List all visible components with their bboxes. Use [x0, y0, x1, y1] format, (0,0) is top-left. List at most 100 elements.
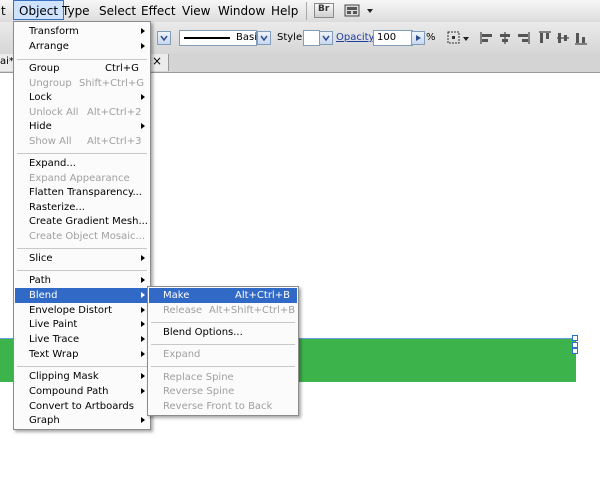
- menu-item-replace-spine: Replace Spine: [149, 370, 297, 385]
- menu-item-flatten-transparency[interactable]: Flatten Transparency...: [15, 185, 149, 200]
- submenu-arrow-icon: [141, 388, 145, 394]
- submenu-arrow-icon: [141, 277, 145, 283]
- align-top-icon[interactable]: [537, 30, 553, 46]
- submenu-arrow-icon: [141, 351, 145, 357]
- stroke-profile-dropdown[interactable]: [257, 31, 271, 45]
- align-right-icon[interactable]: [515, 30, 531, 46]
- menu-separator: [17, 59, 147, 60]
- menu-item-label: Clipping Mask: [29, 371, 99, 382]
- close-icon[interactable]: ×: [152, 54, 162, 68]
- submenu-arrow-icon: [141, 292, 145, 298]
- reference-point-icon[interactable]: [446, 30, 462, 46]
- menu-item-live-trace[interactable]: Live Trace: [15, 332, 149, 347]
- menu-item-blend-options[interactable]: Blend Options...: [149, 325, 297, 340]
- menu-item-label: Reverse Spine: [163, 386, 235, 397]
- menu-item-label: Live Trace: [29, 334, 80, 345]
- menu-select[interactable]: Select: [94, 0, 141, 22]
- object-menu: Transform Arrange Group Ctrl+G Ungroup Shi…: [13, 21, 151, 430]
- bridge-button[interactable]: Br: [314, 3, 334, 18]
- menu-item-transform[interactable]: Transform: [15, 24, 149, 39]
- style-dropdown[interactable]: [319, 31, 333, 45]
- menu-item-label: Hide: [29, 121, 52, 132]
- menu-item-label: Show All: [29, 136, 72, 147]
- menu-item-compound-path[interactable]: Compound Path: [15, 384, 149, 399]
- align-bottom-icon[interactable]: [573, 30, 589, 46]
- menu-item-label: Flatten Transparency...: [29, 187, 142, 198]
- menu-item-label: Ungroup: [29, 78, 72, 89]
- menu-item-convert-to-artboards[interactable]: Convert to Artboards: [15, 399, 149, 414]
- menu-item-ungroup: Ungroup Shift+Ctrl+G: [15, 76, 149, 91]
- menu-item-label: Release: [163, 305, 203, 316]
- style-swatch[interactable]: [303, 30, 320, 46]
- menu-item-rasterize[interactable]: Rasterize...: [15, 200, 149, 215]
- menu-item-make[interactable]: Make Alt+Ctrl+B: [149, 288, 297, 303]
- menu-item-text-wrap[interactable]: Text Wrap: [15, 347, 149, 362]
- menu-item-slice[interactable]: Slice: [15, 251, 149, 266]
- menu-item-label: Expand...: [29, 158, 76, 169]
- opacity-link[interactable]: Opacity:: [336, 32, 377, 43]
- submenu-arrow-icon: [141, 417, 145, 423]
- menu-item-label: Unlock All: [29, 107, 79, 118]
- submenu-arrow-icon: [141, 373, 145, 379]
- menu-item-envelope-distort[interactable]: Envelope Distort: [15, 303, 149, 318]
- menu-item-lock[interactable]: Lock: [15, 90, 149, 105]
- menu-item-expand[interactable]: Expand...: [15, 156, 149, 171]
- menu-help[interactable]: Help: [266, 0, 303, 22]
- menu-item-create-gradient-mesh[interactable]: Create Gradient Mesh...: [15, 214, 149, 229]
- opacity-unit: %: [426, 32, 436, 43]
- menu-item-label: Slice: [29, 253, 53, 264]
- stroke-profile-field[interactable]: Basic: [179, 30, 262, 46]
- submenu-arrow-icon: [141, 307, 145, 313]
- opacity-input[interactable]: 100: [373, 30, 413, 46]
- menu-window[interactable]: Window: [213, 0, 270, 22]
- menu-item-expand: Expand: [149, 347, 297, 362]
- menu-view[interactable]: View: [177, 0, 215, 22]
- menu-item-group[interactable]: Group Ctrl+G: [15, 61, 149, 76]
- menu-item-create-object-mosaic: Create Object Mosaic...: [15, 229, 149, 244]
- menu-item-label: Replace Spine: [163, 372, 234, 383]
- menu-bar: t Object Type Select Effect View Window …: [0, 0, 600, 23]
- chevron-down-icon[interactable]: [367, 9, 373, 13]
- submenu-arrow-icon: [141, 94, 145, 100]
- menu-item-expand-appearance: Expand Appearance: [15, 171, 149, 186]
- menu-item-path[interactable]: Path: [15, 273, 149, 288]
- menu-item-live-paint[interactable]: Live Paint: [15, 317, 149, 332]
- menu-effect-partial[interactable]: t: [0, 0, 11, 22]
- submenu-arrow-icon: [141, 336, 145, 342]
- menu-item-clipping-mask[interactable]: Clipping Mask: [15, 369, 149, 384]
- blend-submenu: Make Alt+Ctrl+B Release Alt+Shift+Ctrl+B B…: [147, 286, 299, 416]
- menu-item-label: Path: [29, 275, 51, 286]
- menu-separator: [17, 366, 147, 367]
- menu-item-label: Live Paint: [29, 319, 78, 330]
- selection-handle[interactable]: [572, 335, 578, 341]
- submenu-arrow-icon: [141, 43, 145, 49]
- menu-item-show-all: Show All Alt+Ctrl+3: [15, 134, 149, 149]
- submenu-arrow-icon: [141, 123, 145, 129]
- stroke-weight-dropdown[interactable]: [157, 31, 171, 45]
- chevron-down-icon[interactable]: [463, 37, 469, 41]
- selection-handle[interactable]: [572, 348, 578, 354]
- document-tab-title: ai*: [0, 56, 14, 67]
- menu-effect[interactable]: Effect: [136, 0, 181, 22]
- menu-item-graph[interactable]: Graph: [15, 413, 149, 428]
- menu-item-label: Expand: [163, 349, 201, 360]
- opacity-dropdown[interactable]: [411, 31, 425, 45]
- style-label: Style:: [277, 32, 306, 43]
- menubar-divider: [306, 2, 307, 20]
- align-middle-icon[interactable]: [555, 30, 571, 46]
- bridge-label: Br: [318, 4, 330, 14]
- stroke-line-icon: [184, 37, 230, 39]
- menu-item-label: Group: [29, 63, 60, 74]
- menu-item-shortcut: Ctrl+G: [105, 63, 139, 74]
- menu-item-arrange[interactable]: Arrange: [15, 39, 149, 54]
- menu-type[interactable]: Type: [57, 0, 95, 22]
- menu-item-label: Envelope Distort: [29, 305, 113, 316]
- menu-item-blend[interactable]: Blend: [15, 288, 149, 303]
- submenu-arrow-icon: [141, 28, 145, 34]
- menu-item-reverse-front-to-back: Reverse Front to Back: [149, 399, 297, 414]
- align-left-icon[interactable]: [479, 30, 495, 46]
- menu-item-hide[interactable]: Hide: [15, 119, 149, 134]
- arrange-documents-icon[interactable]: [344, 4, 362, 18]
- submenu-arrow-icon: [141, 255, 145, 261]
- align-center-icon[interactable]: [497, 30, 513, 46]
